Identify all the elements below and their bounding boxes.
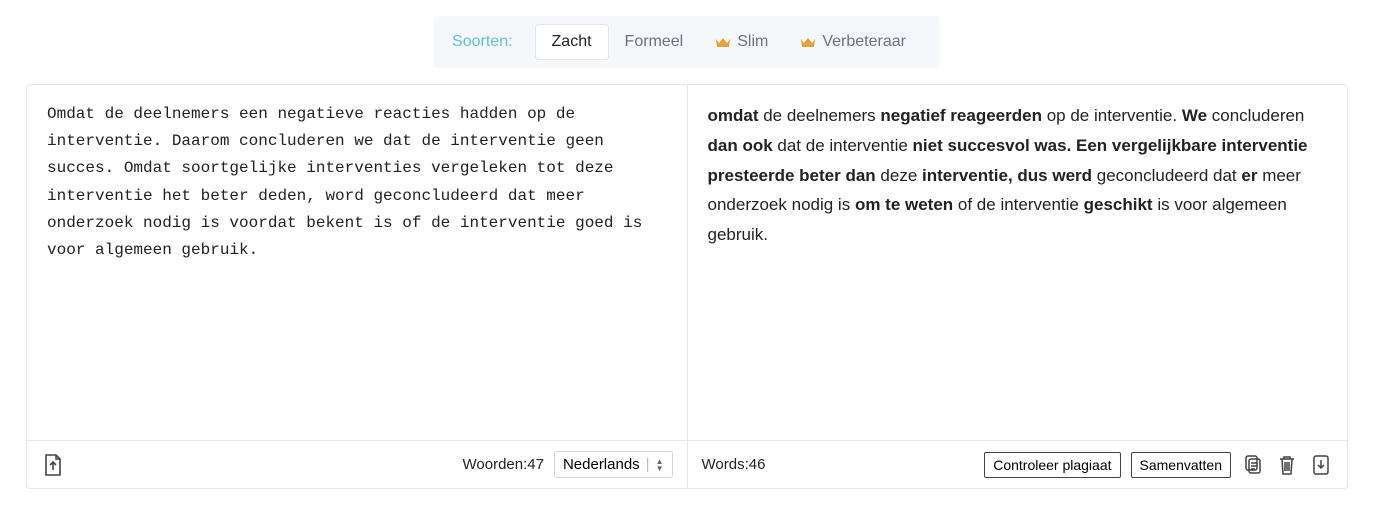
top-toolbar: Soorten: Zacht Formeel Slim Verbeteraar xyxy=(0,0,1374,84)
input-text[interactable]: Omdat de deelnemers een negatieve reacti… xyxy=(47,101,667,264)
word-count-left: Woorden:47 xyxy=(463,456,544,473)
output-footer: Words:46 Controleer plagiaat Samenvatten xyxy=(688,440,1348,488)
check-plagiarism-button[interactable]: Controleer plagiaat xyxy=(984,452,1120,478)
tab-label: Formeel xyxy=(625,33,684,51)
delete-icon[interactable] xyxy=(1275,453,1299,477)
chevron-updown-icon: ▲▼ xyxy=(656,458,664,472)
input-pane: Omdat de deelnemers een negatieve reacti… xyxy=(27,85,688,488)
tab-label: Zacht xyxy=(552,33,592,51)
tab-label: Slim xyxy=(737,33,768,51)
tab-label: Verbeteraar xyxy=(822,33,906,51)
tab-slim[interactable]: Slim xyxy=(699,25,784,59)
crown-icon xyxy=(715,36,731,48)
language-label: Nederlands xyxy=(563,456,640,473)
panes-container: Omdat de deelnemers een negatieve reacti… xyxy=(26,84,1348,489)
input-body[interactable]: Omdat de deelnemers een negatieve reacti… xyxy=(27,85,687,440)
toolbar-label: Soorten: xyxy=(452,33,512,51)
input-footer: Woorden:47 Nederlands | ▲▼ xyxy=(27,440,687,488)
copy-icon[interactable] xyxy=(1241,453,1265,477)
output-text: omdat de deelnemers negatief reageerden … xyxy=(708,101,1328,250)
upload-icon[interactable] xyxy=(41,453,65,477)
download-icon[interactable] xyxy=(1309,453,1333,477)
crown-icon xyxy=(800,36,816,48)
toolbar-inner: Soorten: Zacht Formeel Slim Verbeteraar xyxy=(434,16,940,68)
language-select[interactable]: Nederlands | ▲▼ xyxy=(554,451,673,478)
word-count-right: Words:46 xyxy=(702,456,766,473)
output-body: omdat de deelnemers negatief reageerden … xyxy=(688,85,1348,440)
tab-zacht[interactable]: Zacht xyxy=(535,24,609,60)
tab-formeel[interactable]: Formeel xyxy=(609,25,700,59)
tab-verbeteraar[interactable]: Verbeteraar xyxy=(784,25,922,59)
output-pane: omdat de deelnemers negatief reageerden … xyxy=(688,85,1348,488)
summarize-button[interactable]: Samenvatten xyxy=(1131,452,1232,478)
